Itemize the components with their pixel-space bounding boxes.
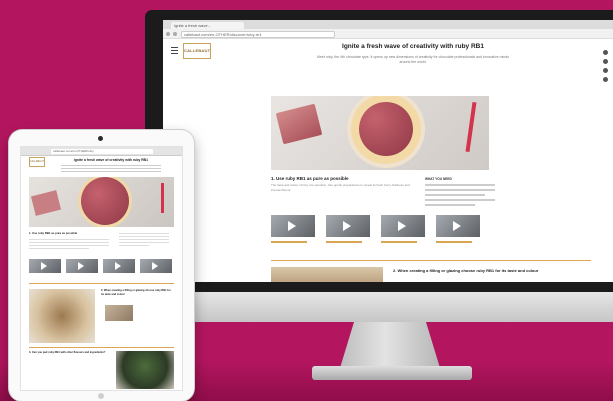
section-1-text: The taste and colour of ruby are sensiti… bbox=[271, 183, 410, 192]
what-you-need-title: WHAT YOU NEED bbox=[425, 177, 452, 181]
callebaut-logo[interactable]: CALLEBAUT bbox=[183, 43, 211, 59]
section-2-image bbox=[29, 289, 95, 343]
video-thumbnail[interactable] bbox=[436, 215, 480, 243]
list-item bbox=[425, 184, 495, 186]
page-title: Ignite a fresh wave of creativity with r… bbox=[342, 43, 484, 50]
list-item bbox=[425, 199, 495, 201]
play-icon[interactable] bbox=[78, 262, 84, 270]
whisk-image bbox=[161, 183, 164, 213]
browser-address-bar: callebaut.com/en-OTHER/discover/ruby-rb1 bbox=[163, 29, 613, 39]
social-icons bbox=[603, 50, 609, 86]
section-3-image bbox=[116, 351, 174, 389]
section-2-thumbnail[interactable] bbox=[105, 305, 133, 321]
imac-stand-base bbox=[312, 366, 472, 380]
forward-icon[interactable] bbox=[173, 32, 177, 36]
play-icon[interactable] bbox=[343, 221, 351, 231]
section-2-title: 2. When creating a filling or glazing ch… bbox=[101, 289, 171, 296]
what-you-need-box bbox=[119, 231, 169, 246]
video-thumbnail[interactable] bbox=[66, 259, 98, 273]
home-button[interactable] bbox=[98, 393, 104, 399]
video-thumbnail[interactable] bbox=[29, 259, 61, 273]
video-thumbnail[interactable] bbox=[271, 215, 315, 243]
video-caption[interactable] bbox=[436, 241, 472, 243]
callebaut-logo[interactable]: CALLEBAUT bbox=[29, 157, 45, 167]
browser-tab-bar: Ignite a fresh wave... bbox=[163, 20, 613, 29]
ipad-device: callebaut.com/en-OTHER/ruby CALLEBAUT Ig… bbox=[9, 130, 194, 401]
ruby-pack-image bbox=[275, 103, 323, 145]
imac-stand bbox=[340, 322, 440, 368]
imac-monitor: Ignite a fresh wave... callebaut.com/en-… bbox=[145, 10, 613, 322]
ruby-callets-bowl-image bbox=[351, 96, 421, 164]
play-icon[interactable] bbox=[115, 262, 121, 270]
play-icon[interactable] bbox=[152, 262, 158, 270]
section-1-text bbox=[29, 237, 109, 249]
mail-icon[interactable] bbox=[603, 77, 608, 82]
video-caption[interactable] bbox=[271, 241, 307, 243]
section-2-image bbox=[271, 267, 383, 282]
section-1-title: 1. Use ruby RB1 as pure as possible bbox=[29, 231, 78, 235]
what-you-need-box: WHAT YOU NEED bbox=[425, 177, 505, 206]
list-item bbox=[425, 189, 495, 191]
video-thumbnails bbox=[271, 215, 589, 265]
site-header: CALLEBAUT Ignite a fresh wave of creativ… bbox=[163, 39, 613, 89]
video-thumbnail[interactable] bbox=[381, 215, 425, 243]
video-thumbnail[interactable] bbox=[326, 215, 370, 243]
browser-tab[interactable]: Ignite a fresh wave... bbox=[171, 22, 244, 29]
pinterest-icon[interactable] bbox=[603, 68, 608, 73]
list-item bbox=[425, 194, 485, 196]
section-2-title: 2. When creating a filling or glazing ch… bbox=[393, 268, 539, 273]
video-thumbnails bbox=[29, 259, 174, 279]
section-divider bbox=[29, 283, 174, 284]
facebook-icon[interactable] bbox=[603, 50, 608, 55]
url-field[interactable]: callebaut.com/en-OTHER/discover/ruby-rb1 bbox=[181, 31, 335, 38]
section-divider bbox=[29, 347, 174, 348]
imac-screen: Ignite a fresh wave... callebaut.com/en-… bbox=[163, 20, 613, 282]
video-caption[interactable] bbox=[381, 241, 417, 243]
play-icon[interactable] bbox=[398, 221, 406, 231]
ipad-screen: callebaut.com/en-OTHER/ruby CALLEBAUT Ig… bbox=[21, 147, 182, 390]
whisk-image bbox=[465, 101, 477, 153]
video-thumbnail[interactable] bbox=[103, 259, 135, 273]
video-caption[interactable] bbox=[326, 241, 362, 243]
ruby-callets-bowl-image bbox=[81, 177, 129, 225]
back-icon[interactable] bbox=[166, 32, 170, 36]
play-icon[interactable] bbox=[288, 221, 296, 231]
section-3-title: 3. Can you pair ruby RB1 with other flav… bbox=[29, 351, 106, 354]
play-icon[interactable] bbox=[453, 221, 461, 231]
hamburger-menu-icon[interactable] bbox=[171, 47, 178, 54]
camera-icon bbox=[98, 136, 103, 141]
list-item bbox=[425, 204, 475, 206]
intro-text: Meet ruby, the 4th chocolate type. It op… bbox=[317, 55, 509, 64]
hero-image bbox=[271, 96, 489, 170]
imac-chin bbox=[145, 292, 613, 322]
hero-image bbox=[29, 177, 174, 227]
page-title: Ignite a fresh wave of creativity with r… bbox=[73, 158, 149, 162]
twitter-icon[interactable] bbox=[603, 59, 608, 64]
intro-text bbox=[61, 163, 161, 173]
ruby-pack-image bbox=[30, 190, 62, 216]
ipad-browser-bar: callebaut.com/en-OTHER/ruby bbox=[21, 147, 182, 156]
video-thumbnail[interactable] bbox=[140, 259, 172, 273]
url-field[interactable]: callebaut.com/en-OTHER/ruby bbox=[51, 148, 153, 154]
section-divider bbox=[271, 260, 591, 261]
play-icon[interactable] bbox=[41, 262, 47, 270]
